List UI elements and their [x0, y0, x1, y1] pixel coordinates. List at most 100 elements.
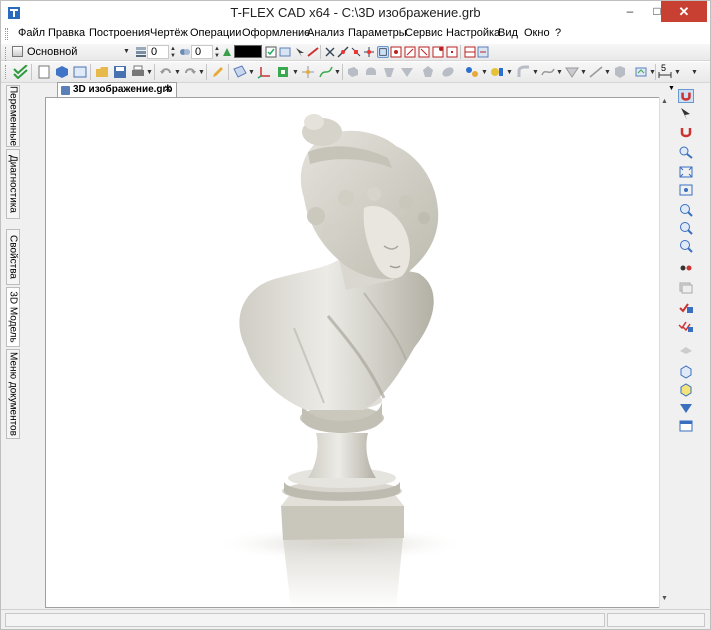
view-cube-icon[interactable] [678, 365, 694, 379]
shell-icon[interactable] [565, 65, 579, 79]
menu-design[interactable]: Оформление [242, 27, 310, 39]
tab-variables[interactable]: Переменные [6, 85, 20, 147]
chevron-down-icon[interactable]: ▼ [334, 69, 341, 76]
snap-grid-icon[interactable] [377, 46, 389, 58]
menu-file[interactable]: Файл [18, 27, 45, 39]
fillet-icon[interactable] [517, 65, 531, 79]
filter-icon[interactable] [279, 46, 291, 58]
tab-document-menu[interactable]: Меню документов [6, 349, 20, 439]
snap-middle-icon[interactable] [446, 46, 458, 58]
toolbar-grip[interactable] [5, 47, 8, 61]
color-swatch[interactable] [234, 45, 262, 58]
menu-service[interactable]: Сервис [405, 27, 443, 39]
chevron-down-icon[interactable]: ▼ [146, 69, 153, 76]
view-cube-yellow-icon[interactable] [678, 383, 694, 397]
scroll-down-icon[interactable]: ▼ [661, 595, 668, 602]
level-field[interactable]: 0 [147, 45, 169, 59]
select-element-icon[interactable] [294, 46, 306, 58]
colored-bodies-icon[interactable] [465, 65, 479, 79]
new-drawing-icon[interactable] [73, 65, 87, 79]
edit-pencil-icon[interactable] [211, 65, 225, 79]
snap-tangent-icon[interactable] [404, 46, 416, 58]
level-spin-down-icon[interactable]: ▼ [170, 53, 177, 59]
menu-analysis[interactable]: Анализ [307, 27, 344, 39]
magnet-snap-icon[interactable] [678, 89, 694, 103]
check-cube-icon[interactable] [678, 301, 694, 315]
layer-combo[interactable]: Основной [12, 45, 132, 59]
save-icon[interactable] [113, 65, 127, 79]
rotation-icon[interactable] [364, 65, 378, 79]
pan-icon[interactable] [678, 261, 694, 275]
chevron-down-icon[interactable]: ▼ [248, 69, 255, 76]
chevron-down-icon[interactable]: ▼ [506, 69, 513, 76]
boolean-icon[interactable] [421, 65, 435, 79]
menu-settings[interactable]: Настройка [446, 27, 500, 39]
double-check-cube-icon[interactable] [678, 319, 694, 333]
chevron-down-icon[interactable]: ▼ [604, 69, 611, 76]
snap-intersection-icon[interactable] [363, 46, 375, 58]
extrusion-icon[interactable] [346, 65, 360, 79]
tab-diagnostics[interactable]: Диагностика [6, 149, 20, 219]
toolbar-overflow-icon[interactable]: ▼ [691, 69, 698, 76]
chevron-down-icon[interactable]: ▼ [674, 69, 681, 76]
spline-icon[interactable] [541, 65, 555, 79]
chevron-down-icon[interactable]: ▼ [174, 69, 181, 76]
chevron-down-icon[interactable]: ▼ [481, 69, 488, 76]
open-folder-icon[interactable] [95, 65, 109, 79]
toolbar-grip[interactable] [5, 65, 8, 79]
snap-normal-icon[interactable] [418, 46, 430, 58]
3d-node-icon[interactable] [301, 65, 315, 79]
magnet-icon[interactable] [678, 125, 694, 139]
snap-quadrant-icon[interactable] [464, 46, 476, 58]
3d-viewport[interactable] [45, 97, 669, 608]
select-2d-icon[interactable] [307, 46, 319, 58]
menu-view[interactable]: Вид [498, 27, 518, 39]
window-frame-icon[interactable] [678, 419, 694, 433]
cut-icon[interactable] [589, 65, 603, 79]
menu-drawing[interactable]: Чертёж [150, 27, 188, 39]
snap-end-icon[interactable] [432, 46, 444, 58]
zoom-extents-icon[interactable] [678, 165, 694, 179]
chevron-down-icon[interactable]: ▼ [123, 48, 130, 55]
zoom-in-icon[interactable] [678, 203, 694, 217]
dimension-icon[interactable] [658, 71, 672, 79]
chevron-down-icon[interactable]: ▼ [556, 69, 563, 76]
sweep-icon[interactable] [400, 65, 414, 79]
snap-line-icon[interactable] [337, 46, 349, 58]
chevron-down-icon[interactable]: ▼ [292, 69, 299, 76]
snap-point-icon[interactable] [324, 46, 336, 58]
zoom-all-icon[interactable] [678, 183, 694, 197]
section-plane-icon[interactable] [678, 341, 694, 355]
menu-constructions[interactable]: Построения [89, 27, 150, 39]
viewport-scrollbar[interactable]: ▲ ▼ [659, 97, 670, 608]
tab-close-icon[interactable]: ✕ [164, 83, 172, 97]
coordinate-system-icon[interactable] [257, 65, 271, 79]
array-icon[interactable] [490, 65, 504, 79]
chevron-down-icon[interactable]: ▼ [580, 69, 587, 76]
level-spin-up-icon[interactable]: ▲ [170, 46, 177, 52]
undo-icon[interactable] [159, 65, 173, 79]
close-button[interactable]: ✕ [661, 1, 707, 22]
smoothing-icon[interactable] [441, 65, 455, 79]
workplane-icon[interactable] [233, 65, 247, 79]
combo-checkbox-icon[interactable] [265, 46, 277, 58]
minimize-button[interactable]: – [616, 1, 644, 22]
3d-path-icon[interactable] [319, 65, 333, 79]
priority-spin-down-icon[interactable]: ▼ [214, 53, 221, 59]
menu-operations[interactable]: Операции [190, 27, 241, 39]
scroll-up-icon[interactable]: ▲ [661, 98, 668, 105]
new-document-icon[interactable] [37, 65, 51, 79]
zoom-window-icon[interactable] [678, 145, 694, 159]
cursor-object-icon[interactable] [678, 107, 694, 121]
print-icon[interactable] [131, 65, 145, 79]
chevron-down-icon[interactable]: ▼ [532, 69, 539, 76]
zoom-previous-icon[interactable] [678, 239, 694, 253]
confirm-double-check-icon[interactable] [13, 65, 28, 79]
loft-icon[interactable] [382, 65, 396, 79]
chevron-down-icon[interactable]: ▼ [198, 69, 205, 76]
menu-window[interactable]: Окно [524, 27, 550, 39]
priority-field[interactable]: 0 [191, 45, 213, 59]
shaded-view-icon[interactable] [678, 401, 694, 415]
snap-center-icon[interactable] [390, 46, 402, 58]
new-3d-model-icon[interactable] [55, 65, 69, 79]
